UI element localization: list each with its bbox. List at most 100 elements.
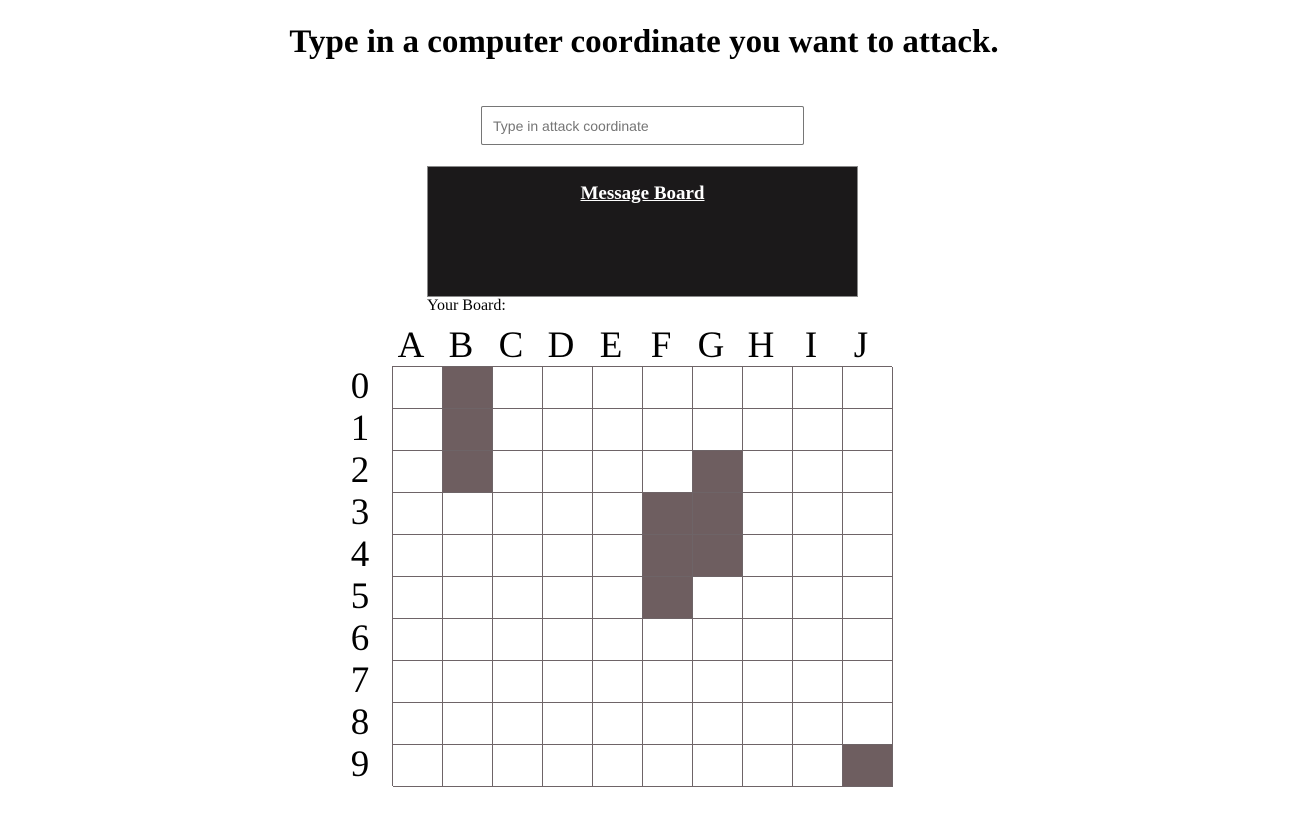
board-cell-e4 [593, 535, 643, 577]
board-cell-a3 [393, 493, 443, 535]
board-cell-c1 [493, 409, 543, 451]
board-cell-j1 [843, 409, 893, 451]
board-cell-d9 [543, 745, 593, 787]
row-header-5: 5 [350, 576, 370, 617]
board-cell-b8 [443, 703, 493, 745]
row-header-7: 7 [350, 660, 370, 701]
page-heading: Type in a computer coordinate you want t… [289, 24, 999, 60]
board-cell-g1 [693, 409, 743, 451]
board-cell-a7 [393, 661, 443, 703]
board-cell-c8 [493, 703, 543, 745]
board-cell-a5 [393, 577, 443, 619]
board-cell-i8 [793, 703, 843, 745]
board-cell-i4 [793, 535, 843, 577]
board-cell-h6 [743, 619, 793, 661]
board-cell-c7 [493, 661, 543, 703]
board-cell-i9 [793, 745, 843, 787]
column-header-c: C [498, 325, 524, 366]
board-cell-g5 [693, 577, 743, 619]
board-cell-h9 [743, 745, 793, 787]
column-header-e: E [599, 325, 623, 366]
board-cell-a6 [393, 619, 443, 661]
column-header-j: J [853, 325, 869, 366]
column-header-i: I [804, 325, 818, 366]
board-cell-f2 [643, 451, 693, 493]
board-cell-j7 [843, 661, 893, 703]
board-cell-c9 [493, 745, 543, 787]
board-cell-h1 [743, 409, 793, 451]
board-cell-e6 [593, 619, 643, 661]
row-header-1: 1 [350, 408, 370, 449]
board-cell-i5 [793, 577, 843, 619]
column-header-d: D [547, 325, 575, 366]
board-cell-b4 [443, 535, 493, 577]
board-cell-d6 [543, 619, 593, 661]
board-cell-f8 [643, 703, 693, 745]
board-cell-f7 [643, 661, 693, 703]
board-cell-d8 [543, 703, 593, 745]
board-cell-a0 [393, 367, 443, 409]
board-cell-j2 [843, 451, 893, 493]
board-cell-g9 [693, 745, 743, 787]
board-cell-f5 [643, 577, 693, 619]
board-cell-e7 [593, 661, 643, 703]
board-cell-e0 [593, 367, 643, 409]
board-cell-c6 [493, 619, 543, 661]
board-cell-d2 [543, 451, 593, 493]
row-header-6: 6 [350, 618, 370, 659]
board-cell-b7 [443, 661, 493, 703]
board-cell-b1 [443, 409, 493, 451]
attack-coordinate-input[interactable] [481, 106, 804, 145]
board-cell-h3 [743, 493, 793, 535]
board-cell-j8 [843, 703, 893, 745]
board-cell-a4 [393, 535, 443, 577]
your-board-label: Your Board: [427, 297, 506, 314]
board-cell-a1 [393, 409, 443, 451]
board-cell-h8 [743, 703, 793, 745]
message-board-title: Message Board [580, 183, 705, 204]
board-cell-a8 [393, 703, 443, 745]
board-cell-e9 [593, 745, 643, 787]
board-cell-c0 [493, 367, 543, 409]
board-cell-d0 [543, 367, 593, 409]
board-cell-h2 [743, 451, 793, 493]
board-cell-i7 [793, 661, 843, 703]
board-cell-c4 [493, 535, 543, 577]
column-header-g: G [697, 325, 725, 366]
board-cell-g6 [693, 619, 743, 661]
board-cell-b6 [443, 619, 493, 661]
board-cell-c2 [493, 451, 543, 493]
board-cell-f9 [643, 745, 693, 787]
column-header-a: A [397, 325, 425, 366]
board-cell-f1 [643, 409, 693, 451]
board-cell-g7 [693, 661, 743, 703]
board-cell-d4 [543, 535, 593, 577]
board-cell-j6 [843, 619, 893, 661]
board-cell-i0 [793, 367, 843, 409]
your-board-grid [392, 366, 893, 787]
board-cell-a2 [393, 451, 443, 493]
board-cell-i3 [793, 493, 843, 535]
board-cell-j0 [843, 367, 893, 409]
board-cell-g0 [693, 367, 743, 409]
row-header-9: 9 [350, 744, 370, 785]
board-cell-f4 [643, 535, 693, 577]
board-cell-j3 [843, 493, 893, 535]
board-cell-e3 [593, 493, 643, 535]
row-header-0: 0 [350, 366, 370, 407]
board-cell-e1 [593, 409, 643, 451]
board-cell-e2 [593, 451, 643, 493]
board-cell-c5 [493, 577, 543, 619]
board-cell-f3 [643, 493, 693, 535]
board-cell-e8 [593, 703, 643, 745]
row-header-8: 8 [350, 702, 370, 743]
board-cell-d1 [543, 409, 593, 451]
board-cell-g2 [693, 451, 743, 493]
row-header-2: 2 [350, 450, 370, 491]
board-cell-b9 [443, 745, 493, 787]
board-cell-b0 [443, 367, 493, 409]
board-cell-h0 [743, 367, 793, 409]
board-cell-j9 [843, 745, 893, 787]
board-cell-b3 [443, 493, 493, 535]
column-header-f: F [650, 325, 672, 366]
